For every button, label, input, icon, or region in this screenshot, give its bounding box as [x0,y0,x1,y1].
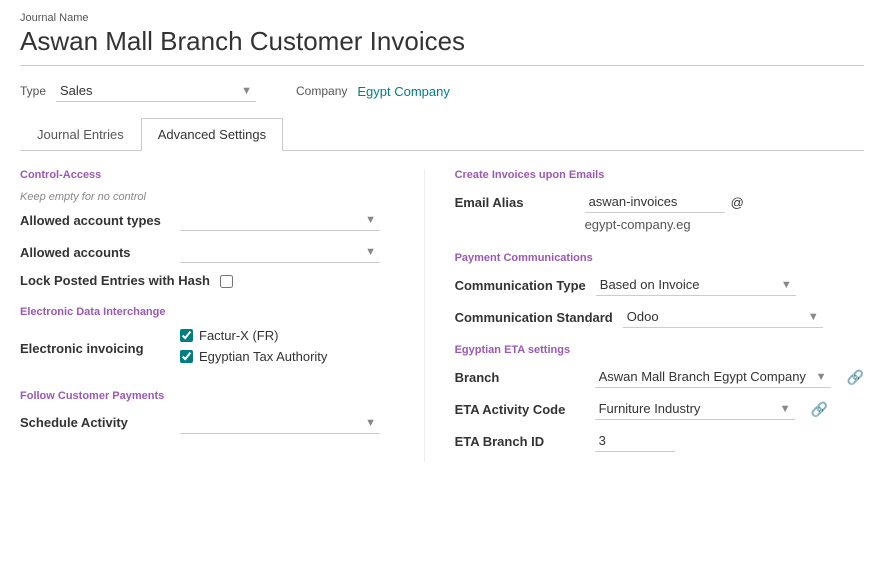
egyptian-tax-label: Egyptian Tax Authority [199,349,327,364]
communication-type-label: Communication Type [455,278,586,293]
communication-standard-label: Communication Standard [455,310,613,325]
schedule-activity-select-wrapper[interactable]: ▼ [180,412,380,434]
eta-activity-code-label: ETA Activity Code [455,402,585,417]
email-alias-inputs: @ egypt-company.eg [585,191,744,232]
factur-x-item: Factur-X (FR) [180,328,327,343]
allowed-account-types-field: Allowed account types ▼ [20,209,394,231]
edi-section-title: Electronic Data Interchange [20,306,394,318]
communication-type-select[interactable]: Based on Invoice Fixed None [596,274,796,296]
company-value[interactable]: Egypt Company [357,84,450,99]
email-alias-field: Email Alias @ egypt-company.eg [455,191,864,232]
follow-section: Follow Customer Payments Schedule Activi… [20,390,394,434]
payment-section: Payment Communications Communication Typ… [455,252,864,328]
email-alias-top: @ [585,191,744,213]
electronic-invoicing-field: Electronic invoicing Factur-X (FR) Egypt… [20,328,394,370]
journal-title: Aswan Mall Branch Customer Invoices [20,26,864,66]
type-select-wrapper[interactable]: Sales Purchase Cash Bank Miscellaneous ▼ [56,80,256,102]
egyptian-tax-checkbox[interactable] [180,350,193,363]
eta-activity-code-select-wrapper[interactable]: Furniture Industry ▼ [595,398,795,420]
allowed-accounts-select-wrapper[interactable]: ▼ [180,241,380,263]
top-fields: Type Sales Purchase Cash Bank Miscellane… [20,80,864,102]
allowed-accounts-select[interactable] [180,241,380,263]
allowed-accounts-field: Allowed accounts ▼ [20,241,394,263]
control-access-section-title: Control-Access [20,169,394,181]
type-field-group: Type Sales Purchase Cash Bank Miscellane… [20,80,256,102]
right-panel: Create Invoices upon Emails Email Alias … [425,169,864,462]
email-domain: egypt-company.eg [585,217,744,232]
payment-section-title: Payment Communications [455,252,864,264]
eta-branch-id-input[interactable] [595,430,675,452]
at-symbol: @ [731,195,744,210]
communication-type-select-wrapper[interactable]: Based on Invoice Fixed None ▼ [596,274,796,296]
eta-branch-id-field: ETA Branch ID [455,430,864,452]
egyptian-tax-item: Egyptian Tax Authority [180,349,327,364]
factur-x-checkbox[interactable] [180,329,193,342]
eta-activity-code-select[interactable]: Furniture Industry [595,398,795,420]
branch-select[interactable]: Aswan Mall Branch Egypt Company [595,366,831,388]
page-container: Journal Name Aswan Mall Branch Customer … [0,0,884,474]
tab-advanced-settings[interactable]: Advanced Settings [141,118,283,151]
eta-activity-code-field: ETA Activity Code Furniture Industry ▼ 🔗 [455,398,864,420]
create-invoices-section-title: Create Invoices upon Emails [455,169,864,181]
edi-options: Factur-X (FR) Egyptian Tax Authority [180,328,327,370]
eta-section: Egyptian ETA settings Branch Aswan Mall … [455,344,864,452]
branch-field: Branch Aswan Mall Branch Egypt Company ▼… [455,366,864,388]
factur-x-label: Factur-X (FR) [199,328,278,343]
eta-branch-id-label: ETA Branch ID [455,434,585,449]
left-panel: Control-Access Keep empty for no control… [20,169,425,462]
allowed-accounts-label: Allowed accounts [20,245,180,260]
schedule-activity-field: Schedule Activity ▼ [20,412,394,434]
company-field-group: Company Egypt Company [296,84,450,99]
electronic-invoicing-label: Electronic invoicing [20,341,180,356]
email-alias-input[interactable] [585,191,725,213]
communication-type-field: Communication Type Based on Invoice Fixe… [455,274,864,296]
schedule-activity-label: Schedule Activity [20,415,180,430]
lock-posted-label: Lock Posted Entries with Hash [20,273,210,290]
eta-section-title: Egyptian ETA settings [455,344,864,356]
communication-standard-select[interactable]: Odoo ISO [623,306,823,328]
tab-journal-entries[interactable]: Journal Entries [20,118,141,151]
communication-standard-field: Communication Standard Odoo ISO ▼ [455,306,864,328]
type-label: Type [20,84,46,98]
follow-section-title: Follow Customer Payments [20,390,394,402]
tabs-container: Journal Entries Advanced Settings [20,118,864,151]
type-select[interactable]: Sales Purchase Cash Bank Miscellaneous [56,80,256,102]
eta-activity-code-external-link-icon[interactable]: 🔗 [811,401,828,418]
edi-section: Electronic Data Interchange Electronic i… [20,306,394,370]
branch-label: Branch [455,370,585,385]
control-access-hint: Keep empty for no control [20,191,394,203]
journal-name-label: Journal Name [20,12,864,24]
lock-posted-field: Lock Posted Entries with Hash [20,273,394,290]
company-label: Company [296,84,347,98]
allowed-account-types-select-wrapper[interactable]: ▼ [180,209,380,231]
branch-external-link-icon[interactable]: 🔗 [847,369,864,386]
communication-standard-select-wrapper[interactable]: Odoo ISO ▼ [623,306,823,328]
content-area: Control-Access Keep empty for no control… [20,169,864,462]
schedule-activity-select[interactable] [180,412,380,434]
allowed-account-types-select[interactable] [180,209,380,231]
allowed-account-types-label: Allowed account types [20,213,180,228]
email-alias-label: Email Alias [455,191,575,210]
branch-select-wrapper[interactable]: Aswan Mall Branch Egypt Company ▼ [595,366,831,388]
lock-posted-checkbox[interactable] [220,275,233,288]
